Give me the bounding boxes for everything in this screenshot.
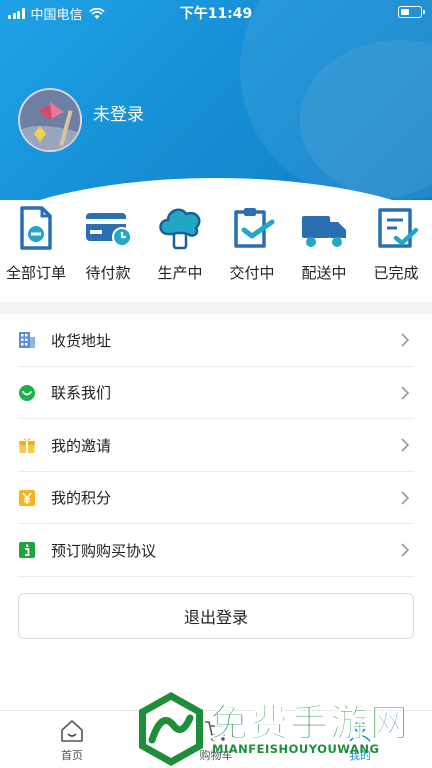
chevron-right-icon: [401, 491, 410, 505]
menu-item-address-label: 收货地址: [51, 331, 112, 350]
order-completed-button[interactable]: 已完成: [360, 204, 432, 294]
chevron-right-icon: [401, 386, 410, 400]
gift-icon: [19, 438, 35, 454]
logout-button[interactable]: 退出登录: [18, 593, 414, 639]
all-orders-icon: [20, 206, 52, 250]
pending-payment-icon: [86, 213, 132, 247]
chevron-right-icon: [401, 333, 410, 347]
menu-item-invitations[interactable]: 我的邀请: [0, 419, 432, 472]
watermark-subtitle: MIANFEISHOUYOUWANG: [212, 742, 380, 756]
order-completed-label: 已完成: [373, 264, 419, 282]
username-label[interactable]: 未登录: [93, 100, 144, 125]
chevron-right-icon: [401, 543, 410, 557]
watermark: 免费手游网 MIANFEISHOUYOUWANG: [132, 690, 432, 768]
completed-icon: [378, 208, 419, 248]
profile-header: 中国电信 下午11:49 未登录: [0, 0, 432, 200]
in-production-icon: [159, 208, 201, 250]
battery-icon: [398, 6, 425, 18]
watermark-title: 免费手游网: [209, 701, 411, 746]
menu-item-contact[interactable]: 联系我们: [0, 367, 432, 420]
chat-icon: [19, 384, 35, 401]
order-all-button[interactable]: 全部订单: [0, 204, 72, 294]
order-in-production-button[interactable]: 生产中: [144, 204, 216, 294]
order-in-production-label: 生产中: [157, 264, 203, 282]
info-icon: [19, 542, 35, 559]
menu-item-points[interactable]: 我的积分: [0, 472, 432, 525]
chevron-right-icon: [401, 438, 410, 452]
avatar[interactable]: [18, 88, 82, 152]
order-shipping-button[interactable]: 配送中: [288, 204, 360, 294]
order-pending-payment-button[interactable]: 待付款: [72, 204, 144, 294]
status-bar: 中国电信 下午11:49: [0, 0, 432, 24]
menu-list: 收货地址 联系我们 我的邀请 我的积分 预订购购买协议: [0, 314, 432, 577]
order-delivering-button[interactable]: 交付中: [216, 204, 288, 294]
tab-home[interactable]: 首页: [32, 719, 112, 763]
menu-item-points-label: 我的积分: [51, 489, 112, 508]
section-divider: [0, 302, 432, 314]
order-pending-payment-label: 待付款: [85, 264, 131, 282]
order-shipping-label: 配送中: [301, 264, 347, 282]
building-icon: [19, 332, 35, 349]
yen-icon: [19, 489, 35, 506]
menu-item-agreement[interactable]: 预订购购买协议: [0, 524, 432, 577]
tab-home-label: 首页: [61, 749, 83, 762]
order-all-label: 全部订单: [5, 264, 66, 282]
shipping-truck-icon: [302, 216, 346, 247]
delivering-icon: [234, 208, 275, 248]
menu-item-address[interactable]: 收货地址: [0, 314, 432, 367]
order-delivering-label: 交付中: [229, 264, 275, 282]
menu-item-contact-label: 联系我们: [51, 384, 112, 403]
menu-item-invitations-label: 我的邀请: [51, 436, 112, 455]
avatar-image: [20, 90, 80, 150]
menu-item-agreement-label: 预订购购买协议: [51, 541, 157, 560]
order-status-row: 全部订单 待付款 生产中 交付中 配送中 已完成: [0, 204, 432, 294]
status-time: 下午11:49: [179, 6, 253, 22]
watermark-logo-icon: [139, 692, 203, 766]
home-icon: [61, 720, 83, 742]
